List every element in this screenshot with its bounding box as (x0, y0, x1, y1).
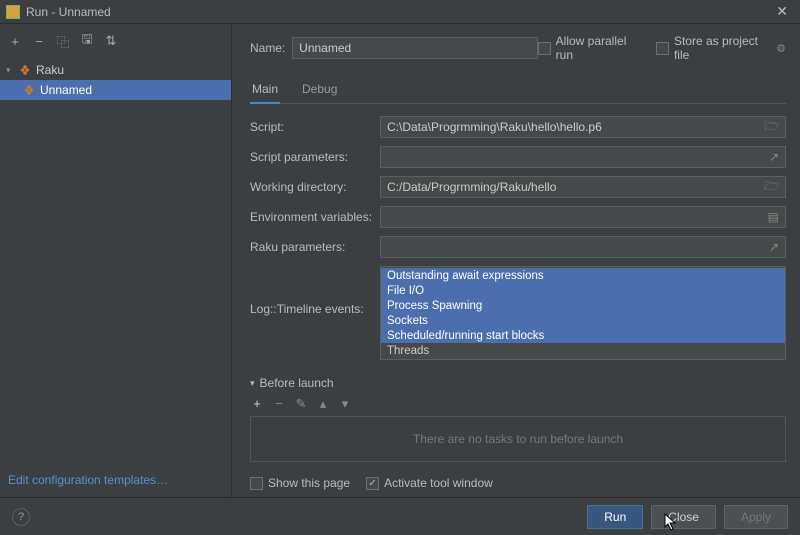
store-as-project-file-checkbox[interactable]: Store as project file (656, 34, 772, 62)
browse-icon[interactable]: 🗁 (764, 117, 779, 138)
before-launch-empty-text: There are no tasks to run before launch (413, 432, 623, 446)
expand-icon[interactable]: ↗ (769, 150, 779, 164)
close-button[interactable]: Close (651, 505, 716, 529)
script-params-label: Script parameters: (250, 150, 380, 164)
apply-button[interactable]: Apply (724, 505, 788, 529)
caret-down-icon: ▾ (6, 65, 16, 76)
show-this-page-checkbox[interactable]: Show this page (250, 476, 350, 490)
raku-params-label: Raku parameters: (250, 240, 380, 254)
log-event-option[interactable]: Process Spawning (381, 298, 785, 313)
log-events-label: Log::Timeline events: (250, 266, 380, 316)
name-label: Name: (250, 41, 292, 55)
log-events-listbox[interactable]: Outstanding await expressionsFile I/OPro… (380, 266, 786, 360)
add-task-button[interactable]: + (250, 396, 264, 412)
move-down-button[interactable]: ▾ (338, 396, 352, 412)
tree-node-raku[interactable]: ▾ Raku (0, 60, 231, 80)
window-title: Run - Unnamed (26, 5, 770, 19)
before-launch-list[interactable]: There are no tasks to run before launch (250, 416, 786, 462)
before-launch-header[interactable]: ▾ Before launch (250, 376, 786, 390)
move-up-button[interactable]: ▴ (316, 396, 330, 412)
tab-main[interactable]: Main (250, 78, 280, 104)
working-dir-input[interactable]: C:/Data/Progrmming/Raku/hello 🗁 (380, 176, 786, 198)
allow-parallel-label: Allow parallel run (556, 34, 643, 62)
checkbox-icon (366, 477, 379, 490)
checkbox-icon (656, 42, 669, 55)
app-icon (6, 5, 20, 19)
dialog-footer: ? Run Close Apply (0, 497, 800, 535)
help-button[interactable]: ? (12, 508, 30, 526)
caret-down-icon: ▾ (250, 378, 255, 389)
remove-config-button[interactable]: − (32, 34, 46, 49)
gear-icon[interactable]: ⚙ (776, 42, 786, 55)
config-editor: Name: Allow parallel run Store as projec… (232, 24, 800, 497)
name-input[interactable] (292, 37, 538, 59)
tree-node-unnamed[interactable]: Unnamed (0, 80, 231, 100)
list-icon[interactable]: ▤ (768, 210, 779, 224)
window-close-button[interactable]: ✕ (770, 3, 794, 20)
script-params-input[interactable]: ↗ (380, 146, 786, 168)
add-config-button[interactable]: + (8, 34, 22, 49)
expand-icon[interactable]: ↗ (769, 240, 779, 254)
config-tabs: Main Debug (250, 78, 786, 104)
store-project-file-label: Store as project file (674, 34, 772, 62)
activate-tool-window-checkbox[interactable]: Activate tool window (366, 476, 493, 490)
tab-debug[interactable]: Debug (300, 78, 339, 103)
raku-config-icon (22, 83, 36, 97)
show-this-page-label: Show this page (268, 476, 350, 490)
remove-task-button[interactable]: − (272, 396, 286, 412)
config-toolbar: + − ⿻ 🖫 ⇅ (0, 24, 231, 58)
edit-task-button[interactable]: ✎ (294, 396, 308, 412)
env-vars-label: Environment variables: (250, 210, 380, 224)
configurations-sidebar: + − ⿻ 🖫 ⇅ ▾ Raku Unnamed Edit configurat… (0, 24, 232, 497)
run-button[interactable]: Run (587, 505, 643, 529)
before-launch-title: Before launch (260, 376, 334, 390)
raku-params-input[interactable]: ↗ (380, 236, 786, 258)
before-launch-toolbar: + − ✎ ▴ ▾ (250, 394, 786, 416)
log-event-option[interactable]: File I/O (381, 283, 785, 298)
browse-icon[interactable]: 🗁 (764, 177, 779, 198)
activate-tool-window-label: Activate tool window (384, 476, 493, 490)
log-event-option[interactable]: Sockets (381, 313, 785, 328)
checkbox-icon (250, 477, 263, 490)
raku-icon (18, 63, 32, 77)
save-config-button[interactable]: 🖫 (80, 30, 94, 52)
working-dir-label: Working directory: (250, 180, 380, 194)
config-tree: ▾ Raku Unnamed (0, 58, 231, 102)
edit-templates-link[interactable]: Edit configuration templates… (0, 467, 231, 497)
title-bar: Run - Unnamed ✕ (0, 0, 800, 24)
script-label: Script: (250, 120, 380, 134)
log-event-option[interactable]: Outstanding await expressions (381, 268, 785, 283)
env-vars-input[interactable]: ▤ (380, 206, 786, 228)
log-event-option[interactable]: Scheduled/running start blocks (381, 328, 785, 343)
script-input[interactable]: C:\Data\Progrmming\Raku\hello\hello.p6 🗁 (380, 116, 786, 138)
checkbox-icon (538, 42, 551, 55)
tree-label: Raku (36, 63, 64, 77)
move-config-button[interactable]: ⇅ (104, 33, 118, 49)
log-event-option[interactable]: Threads (381, 343, 785, 358)
copy-config-button[interactable]: ⿻ (56, 32, 70, 51)
tree-label: Unnamed (40, 83, 92, 97)
allow-parallel-checkbox[interactable]: Allow parallel run (538, 34, 643, 62)
